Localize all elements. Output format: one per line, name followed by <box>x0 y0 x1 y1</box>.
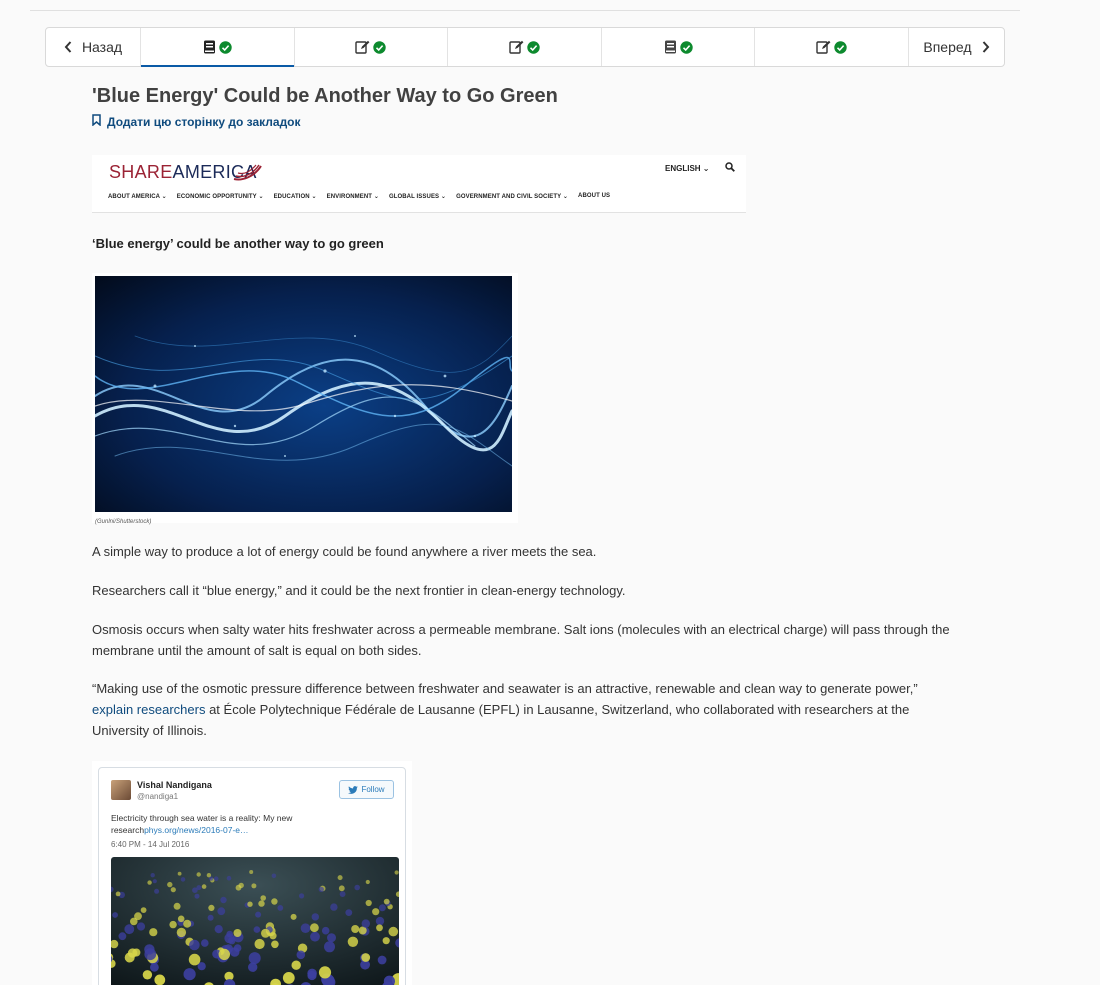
menu-item-global-issues: GLOBAL ISSUES ⌄ <box>388 194 447 200</box>
paragraph-3: Osmosis occurs when salty water hits fre… <box>92 622 950 658</box>
avatar <box>111 780 131 800</box>
tweet-author-handle: @nandiga1 <box>137 792 179 801</box>
unit-content: 'Blue Energy' Could be Another Way to Go… <box>92 84 962 985</box>
logo-swoosh-icon <box>233 164 262 181</box>
menu-item-government: GOVERNMENT AND CIVIL SOCIETY ⌄ <box>456 194 569 200</box>
chevron-down-icon: ⌄ <box>702 164 710 173</box>
previous-button[interactable]: Назад <box>46 28 141 66</box>
menu-item-economic-opportunity: ECONOMIC OPPORTUNITY ⌄ <box>176 194 264 200</box>
edit-icon <box>816 40 831 54</box>
unit-tab-5[interactable] <box>755 28 909 66</box>
check-icon <box>679 40 693 54</box>
bookmark-icon <box>92 114 101 129</box>
unit-tab-3[interactable] <box>448 28 602 66</box>
edit-icon <box>355 40 370 54</box>
edit-icon <box>509 40 524 54</box>
book-icon <box>664 40 677 54</box>
shareamerica-menu: ABOUT AMERICA ⌄ ECONOMIC OPPORTUNITY ⌄ E… <box>108 193 610 200</box>
tweet-timestamp[interactable]: 6:40 PM - 14 Jul 2016 <box>111 840 189 849</box>
article-image-frame: (Gunlni/Shutterstock) <box>92 273 518 525</box>
tweet-link[interactable]: phys.org/news/2016-07-e… <box>144 825 248 835</box>
bookmark-label: Додати цю сторінку до закладок <box>107 114 301 129</box>
menu-item-education: EDUCATION ⌄ <box>273 194 317 200</box>
language-selector: ENGLISH ⌄ <box>665 164 710 173</box>
check-icon <box>219 40 232 54</box>
paragraph-4-text-end: at École Polytechnique Fédérale de Lausa… <box>92 702 910 738</box>
bookmark-button[interactable]: Додати цю сторінку до закладок <box>92 114 962 129</box>
page-title: 'Blue Energy' Could be Another Way to Go… <box>92 85 558 107</box>
unit-tab-2[interactable] <box>295 28 449 66</box>
logo-text-share: SHARE <box>109 162 173 182</box>
explain-researchers-link[interactable]: explain researchers <box>92 702 205 717</box>
article-lead: ‘Blue energy’ could be another way to go… <box>92 236 384 251</box>
unit-tab-4[interactable] <box>602 28 756 66</box>
book-icon <box>203 40 216 54</box>
twitter-bird-icon <box>348 785 359 794</box>
chevron-right-icon <box>982 41 990 53</box>
sequence-navigation: Назад Вперед <box>45 27 1005 67</box>
check-icon <box>834 40 847 54</box>
paragraph-1: A simple way to produce a lot of energy … <box>92 544 597 559</box>
shareamerica-header-image: SHAREAMERICA ENGLISH ⌄ ABOUT AMERICA ⌄ E… <box>92 155 746 213</box>
tweet-author-name: Vishal Nandigana <box>137 780 212 790</box>
tweet-media-image[interactable] <box>111 857 399 985</box>
next-label: Вперед <box>923 39 972 55</box>
chevron-left-icon <box>64 41 72 53</box>
paragraph-4: “Making use of the osmotic pressure diff… <box>92 678 962 741</box>
previous-label: Назад <box>81 39 123 55</box>
menu-item-environment: ENVIRONMENT ⌄ <box>326 194 379 200</box>
menu-item-about-us: ABOUT US <box>578 193 611 199</box>
check-icon <box>527 40 540 54</box>
tweet-text: Electricity through sea water is a reali… <box>111 812 371 836</box>
embedded-tweet-frame: Vishal Nandigana @nandiga1 Follow Electr… <box>92 761 412 985</box>
paragraph-4-text-start: “Making use of the osmotic pressure diff… <box>92 681 918 696</box>
follow-label: Follow <box>361 785 385 794</box>
check-icon <box>373 40 387 54</box>
search-icon <box>725 162 735 172</box>
follow-button[interactable]: Follow <box>339 780 394 799</box>
menu-item-about-america: ABOUT AMERICA ⌄ <box>108 194 167 200</box>
unit-tab-1[interactable] <box>141 28 295 67</box>
language-label: ENGLISH <box>665 164 701 173</box>
image-caption: (Gunlni/Shutterstock) <box>95 519 152 525</box>
top-divider <box>30 10 1020 11</box>
next-button[interactable]: Вперед <box>909 28 1004 66</box>
blue-energy-waves-image <box>93 276 514 512</box>
paragraph-2: Researchers call it “blue energy,” and i… <box>92 583 626 598</box>
embedded-tweet: Vishal Nandigana @nandiga1 Follow Electr… <box>98 767 406 985</box>
